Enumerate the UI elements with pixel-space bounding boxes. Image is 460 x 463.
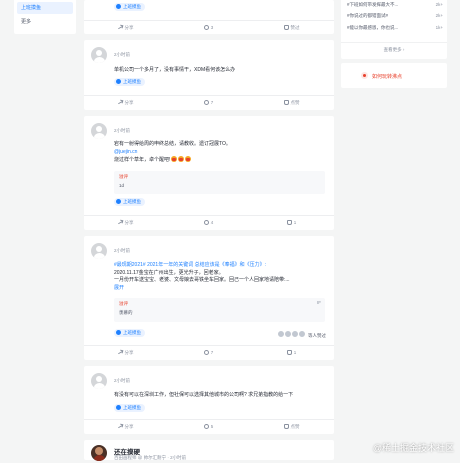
post-card: 上班摸鱼 分享 3 赞过 [84, 0, 334, 34]
expand-link[interactable]: 展开 [114, 285, 328, 293]
comment-icon [203, 350, 209, 355]
avatar[interactable] [91, 445, 107, 461]
post-text: 2020.11.17金宝在广州出生，更光升子，回老家。 [114, 269, 224, 276]
watermark: @稀土掘金技术社区 [372, 443, 454, 453]
avatar[interactable] [91, 123, 107, 139]
like-button[interactable]: 点赞 [250, 420, 333, 434]
post-time: 2小时前 [114, 378, 131, 383]
nav-item-more[interactable]: 更多 [17, 16, 73, 28]
emoji-icon [171, 156, 178, 162]
like-icon [283, 25, 289, 30]
hot-topic-item[interactable]: #能以你最感恩，你也说... 1k+ [347, 25, 443, 32]
avatar[interactable] [91, 373, 107, 389]
comment-button[interactable]: 7 [167, 346, 250, 360]
post-card: 2小时前 单机公司一个多月了，没有事情干，XDM看何该怎么办 上班摸鱼 分享 7… [84, 40, 334, 110]
topic-icon [116, 4, 121, 9]
post-text: #最现期2021# 2021年一年的关键词 总结应该是《奉福》和《压力》: [114, 262, 266, 268]
hint-text: 如何玩转沸点 [372, 74, 403, 80]
author-meta: 百田画程师 @ 帅尔汇耐宁 · 2小时前 [114, 455, 187, 460]
like-icon [286, 220, 292, 225]
topic-icon [116, 405, 121, 410]
left-nav: 上班摸鱼 更多 [14, 0, 76, 34]
topic-icon [116, 79, 121, 84]
post-content: #最现期2021# 2021年一年的关键词 总结应该是《奉福》和《压力》: 20… [114, 262, 328, 292]
post-content: 单机公司一个多月了，没有事情干，XDM看何该怎么办 [114, 67, 328, 75]
topic-badge[interactable]: 上班摸鱼 [114, 329, 145, 337]
topic-badge[interactable]: 上班摸鱼 [114, 198, 145, 206]
post-card: 2小时前 #最现期2021# 2021年一年的关键词 总结应该是《奉福》和《压力… [84, 236, 334, 360]
post-time: 2小时前 [114, 52, 131, 57]
comment-icon [203, 100, 209, 105]
topic-badge[interactable]: 上班摸鱼 [114, 78, 145, 86]
like-button[interactable]: 赞过 [250, 21, 333, 35]
post-text: 宕有一射得给周的申终总结，请教收。遗订冠展TO。 [114, 141, 231, 147]
hot-comment-label: 溢评 [119, 301, 128, 306]
topic-icon [116, 199, 121, 204]
post-actions: 分享 3 赞过 [84, 20, 334, 35]
speaker-icon [361, 72, 368, 79]
topic-badge[interactable]: 上班摸鱼 [114, 3, 145, 11]
post-text: 有没有可以在深圳工作，但社保可以选择其他城市的公司啊? 求兄弟指教的给一下 [114, 392, 294, 398]
like-button[interactable]: 1 [250, 216, 333, 230]
post-text: 单机公司一个多月了，没有事情干，XDM看何该怎么办 [114, 67, 236, 73]
share-button[interactable]: 分享 [84, 216, 167, 230]
share-button[interactable]: 分享 [84, 420, 167, 434]
hot-comment-badge: IF [317, 300, 321, 305]
post-card: 2小时前 宕有一射得给周的申终总结，请教收。遗订冠展TO。 @juejin.cn… [84, 116, 334, 230]
like-button[interactable]: 点赞 [250, 96, 333, 110]
hot-comment-text: 1d [119, 183, 125, 188]
avatar[interactable] [91, 243, 107, 259]
liked-by[interactable]: 等人赞过 [276, 330, 326, 339]
emoji-icon [185, 156, 192, 162]
share-icon [118, 424, 123, 429]
post-actions: 分享 7 1 [84, 345, 334, 360]
hot-comment-text: 羡慕的 [119, 310, 133, 315]
comment-icon [203, 25, 209, 30]
hot-comment[interactable]: 溢评 1d [114, 171, 325, 194]
hot-comment-label: 溢评 [119, 174, 128, 179]
hot-topic-item[interactable]: #你说过的都错面试# 2k+ [347, 13, 443, 20]
post-text: 烧过样个草年，卓个醒吧! [114, 156, 328, 165]
post-time: 2小时前 [114, 248, 131, 253]
post-content: 宕有一射得给周的申终总结，请教收。遗订冠展TO。 @juejin.cn 烧过样个… [114, 141, 328, 165]
post-actions: 分享 4 1 [84, 215, 334, 230]
post-actions: 分享 7 点赞 [84, 95, 334, 110]
hot-topic-item[interactable]: #下班如何带发挥最大不... 2k+ [347, 2, 443, 9]
avatar [297, 330, 306, 338]
share-button[interactable]: 分享 [84, 21, 167, 35]
comment-button[interactable]: 5 [167, 420, 250, 434]
post-card: 还在摸硬 百田画程师 @ 帅尔汇耐宁 · 2小时前 [84, 440, 334, 461]
hot-comment[interactable]: 溢评 羡慕的 IF [114, 298, 325, 322]
hot-topics: #下班如何带发挥最大不... 2k+ #你说过的都错面试# 2k+ #能以你最感恩，… [341, 0, 447, 59]
post-content: 有没有可以在深圳工作，但社保可以选择其他城市的公司啊? 求兄弟指教的给一下 [114, 392, 328, 400]
topic-badge[interactable]: 上班摸鱼 [114, 404, 145, 412]
share-icon [118, 25, 123, 30]
avatar[interactable] [91, 47, 107, 63]
hint-card[interactable]: 如何玩转沸点 [341, 63, 447, 88]
comment-button[interactable]: 3 [167, 21, 250, 35]
post-time: 2小时前 [114, 128, 131, 133]
share-button[interactable]: 分享 [84, 96, 167, 110]
share-icon [118, 350, 123, 355]
like-button[interactable]: 1 [250, 346, 333, 360]
nav-item-moyu[interactable]: 上班摸鱼 [17, 2, 73, 14]
post-card: 2小时前 有没有可以在深圳工作，但社保可以选择其他城市的公司啊? 求兄弟指教的给… [84, 366, 334, 434]
view-more-link[interactable]: 查看更多 › [341, 47, 447, 53]
post-actions: 分享 5 点赞 [84, 419, 334, 434]
like-icon [286, 350, 292, 355]
emoji-icon [178, 156, 185, 162]
like-icon [283, 424, 289, 429]
topic-icon [116, 330, 121, 335]
comment-button[interactable]: 4 [167, 216, 250, 230]
like-icon [283, 100, 289, 105]
comment-icon [203, 220, 209, 225]
comment-button[interactable]: 7 [167, 96, 250, 110]
share-icon [118, 100, 123, 105]
divider [341, 42, 447, 43]
comment-icon [203, 424, 209, 429]
post-text: 一月份开车送宝宝、老婆、文母娘去哥铁坐车回家。回己一个人回家地请陪带:... [114, 277, 290, 283]
post-link[interactable]: @juejin.cn [114, 149, 328, 157]
share-button[interactable]: 分享 [84, 346, 167, 360]
share-icon [118, 220, 123, 225]
